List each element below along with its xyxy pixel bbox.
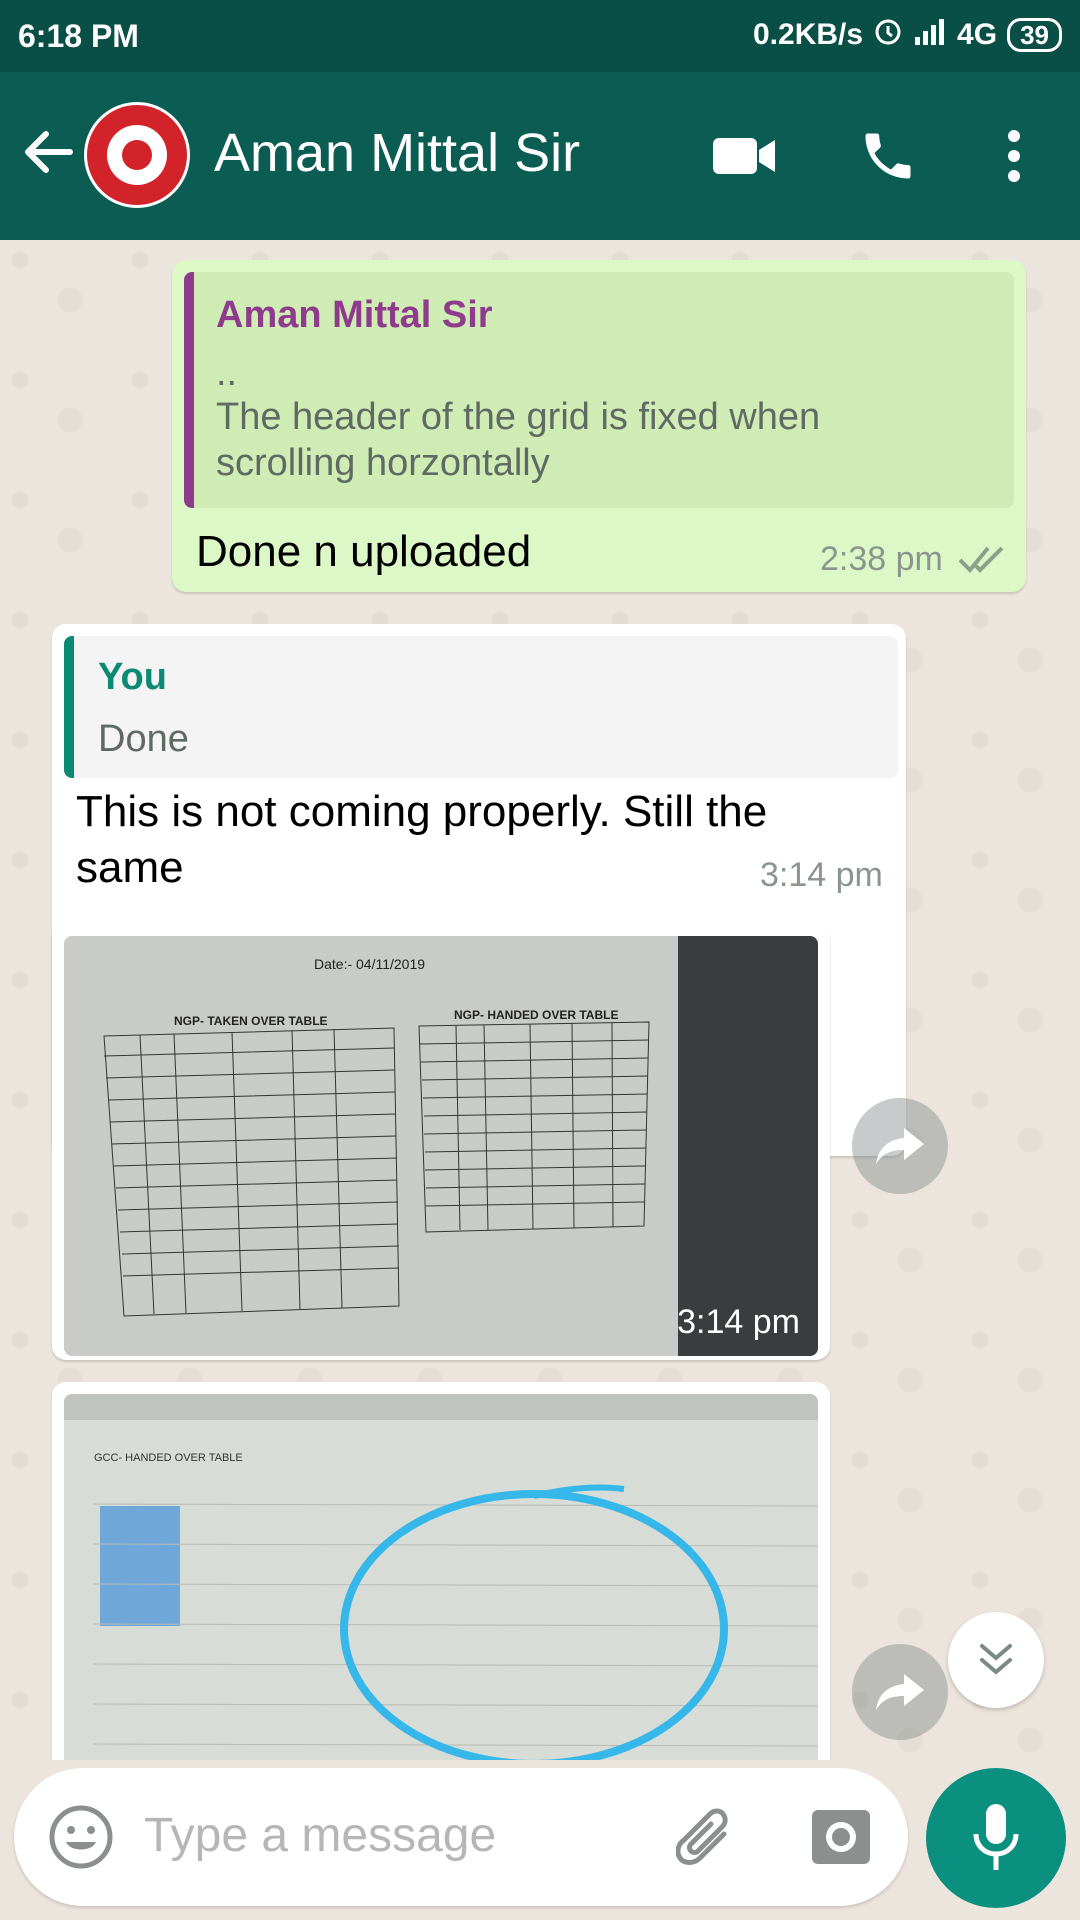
net-speed: 0.2KB/s (752, 18, 864, 51)
microphone-icon (973, 1804, 1019, 1870)
photo-message[interactable]: Date:- 04/11/2019 NGP- TAKEN OVER TABLE … (52, 924, 830, 1360)
quote-accent-bar (184, 272, 194, 508)
battery-icon: 39 (1007, 18, 1062, 52)
message-time: 3:14 pm (760, 856, 883, 894)
quote-text: Done (98, 718, 189, 760)
quote-text-line: The header of the grid is fixed when (216, 396, 821, 438)
message-time: 2:38 pm (820, 540, 943, 578)
quoted-message[interactable]: Aman Mittal Sir .. The header of the gri… (184, 272, 1014, 508)
message-composer: Type a message (14, 1768, 908, 1906)
forward-button[interactable] (852, 1644, 948, 1740)
status-time: 6:18 PM (18, 18, 139, 54)
quoted-message[interactable]: You Done (64, 636, 898, 778)
message-list[interactable]: Aman Mittal Sir .. The header of the gri… (0, 240, 1080, 1760)
message-text-line: same (76, 843, 184, 892)
photo-time: 3:14 pm (677, 1303, 800, 1341)
status-bar: 6:18 PM 0.2KB/s 4G 39 (0, 0, 1080, 72)
table-photo[interactable]: Date:- 04/11/2019 NGP- TAKEN OVER TABLE … (64, 936, 818, 1356)
message-text: Done n uploaded (196, 527, 532, 576)
photo-dark-edge (678, 936, 818, 1356)
railway-logo-icon (107, 125, 167, 185)
scroll-to-bottom-button[interactable] (948, 1612, 1044, 1708)
alarm-icon (873, 16, 903, 54)
camera-icon[interactable] (810, 1808, 872, 1871)
message-input[interactable]: Type a message (144, 1808, 496, 1863)
photo-table-grid (103, 1021, 650, 1317)
emoji-icon[interactable] (48, 1804, 114, 1875)
quote-text-line: .. (216, 352, 238, 394)
double-check-icon (958, 542, 1006, 581)
network-type: 4G (957, 18, 998, 51)
back-arrow-icon[interactable] (20, 124, 76, 180)
chat-header: Aman Mittal Sir (0, 72, 1080, 240)
quote-accent-bar (64, 636, 74, 778)
screen-photo[interactable]: GCC- HANDED OVER TABLE (64, 1394, 818, 1760)
photo-grid-lines (93, 1484, 818, 1760)
overflow-menu-icon[interactable] (974, 116, 1054, 196)
outgoing-message[interactable]: Aman Mittal Sir .. The header of the gri… (172, 260, 1026, 592)
quote-author: You (98, 656, 167, 698)
voice-record-button[interactable] (926, 1768, 1066, 1908)
contact-avatar[interactable] (84, 102, 190, 208)
quote-author: Aman Mittal Sir (216, 294, 493, 336)
forward-button[interactable] (852, 1098, 948, 1194)
status-indicators: 0.2KB/s 4G 39 (753, 16, 1062, 54)
video-call-icon[interactable] (704, 116, 784, 196)
contact-name[interactable]: Aman Mittal Sir (214, 122, 580, 184)
signal-icon (913, 17, 947, 53)
voice-call-icon[interactable] (848, 116, 928, 196)
double-chevron-down-icon (980, 1644, 1012, 1675)
attachment-icon[interactable] (675, 1806, 736, 1875)
quote-text-line: scrolling horzontally (216, 442, 550, 484)
photo-message[interactable]: GCC- HANDED OVER TABLE (52, 1382, 830, 1760)
message-text-line: This is not coming properly. Still the (76, 787, 768, 836)
